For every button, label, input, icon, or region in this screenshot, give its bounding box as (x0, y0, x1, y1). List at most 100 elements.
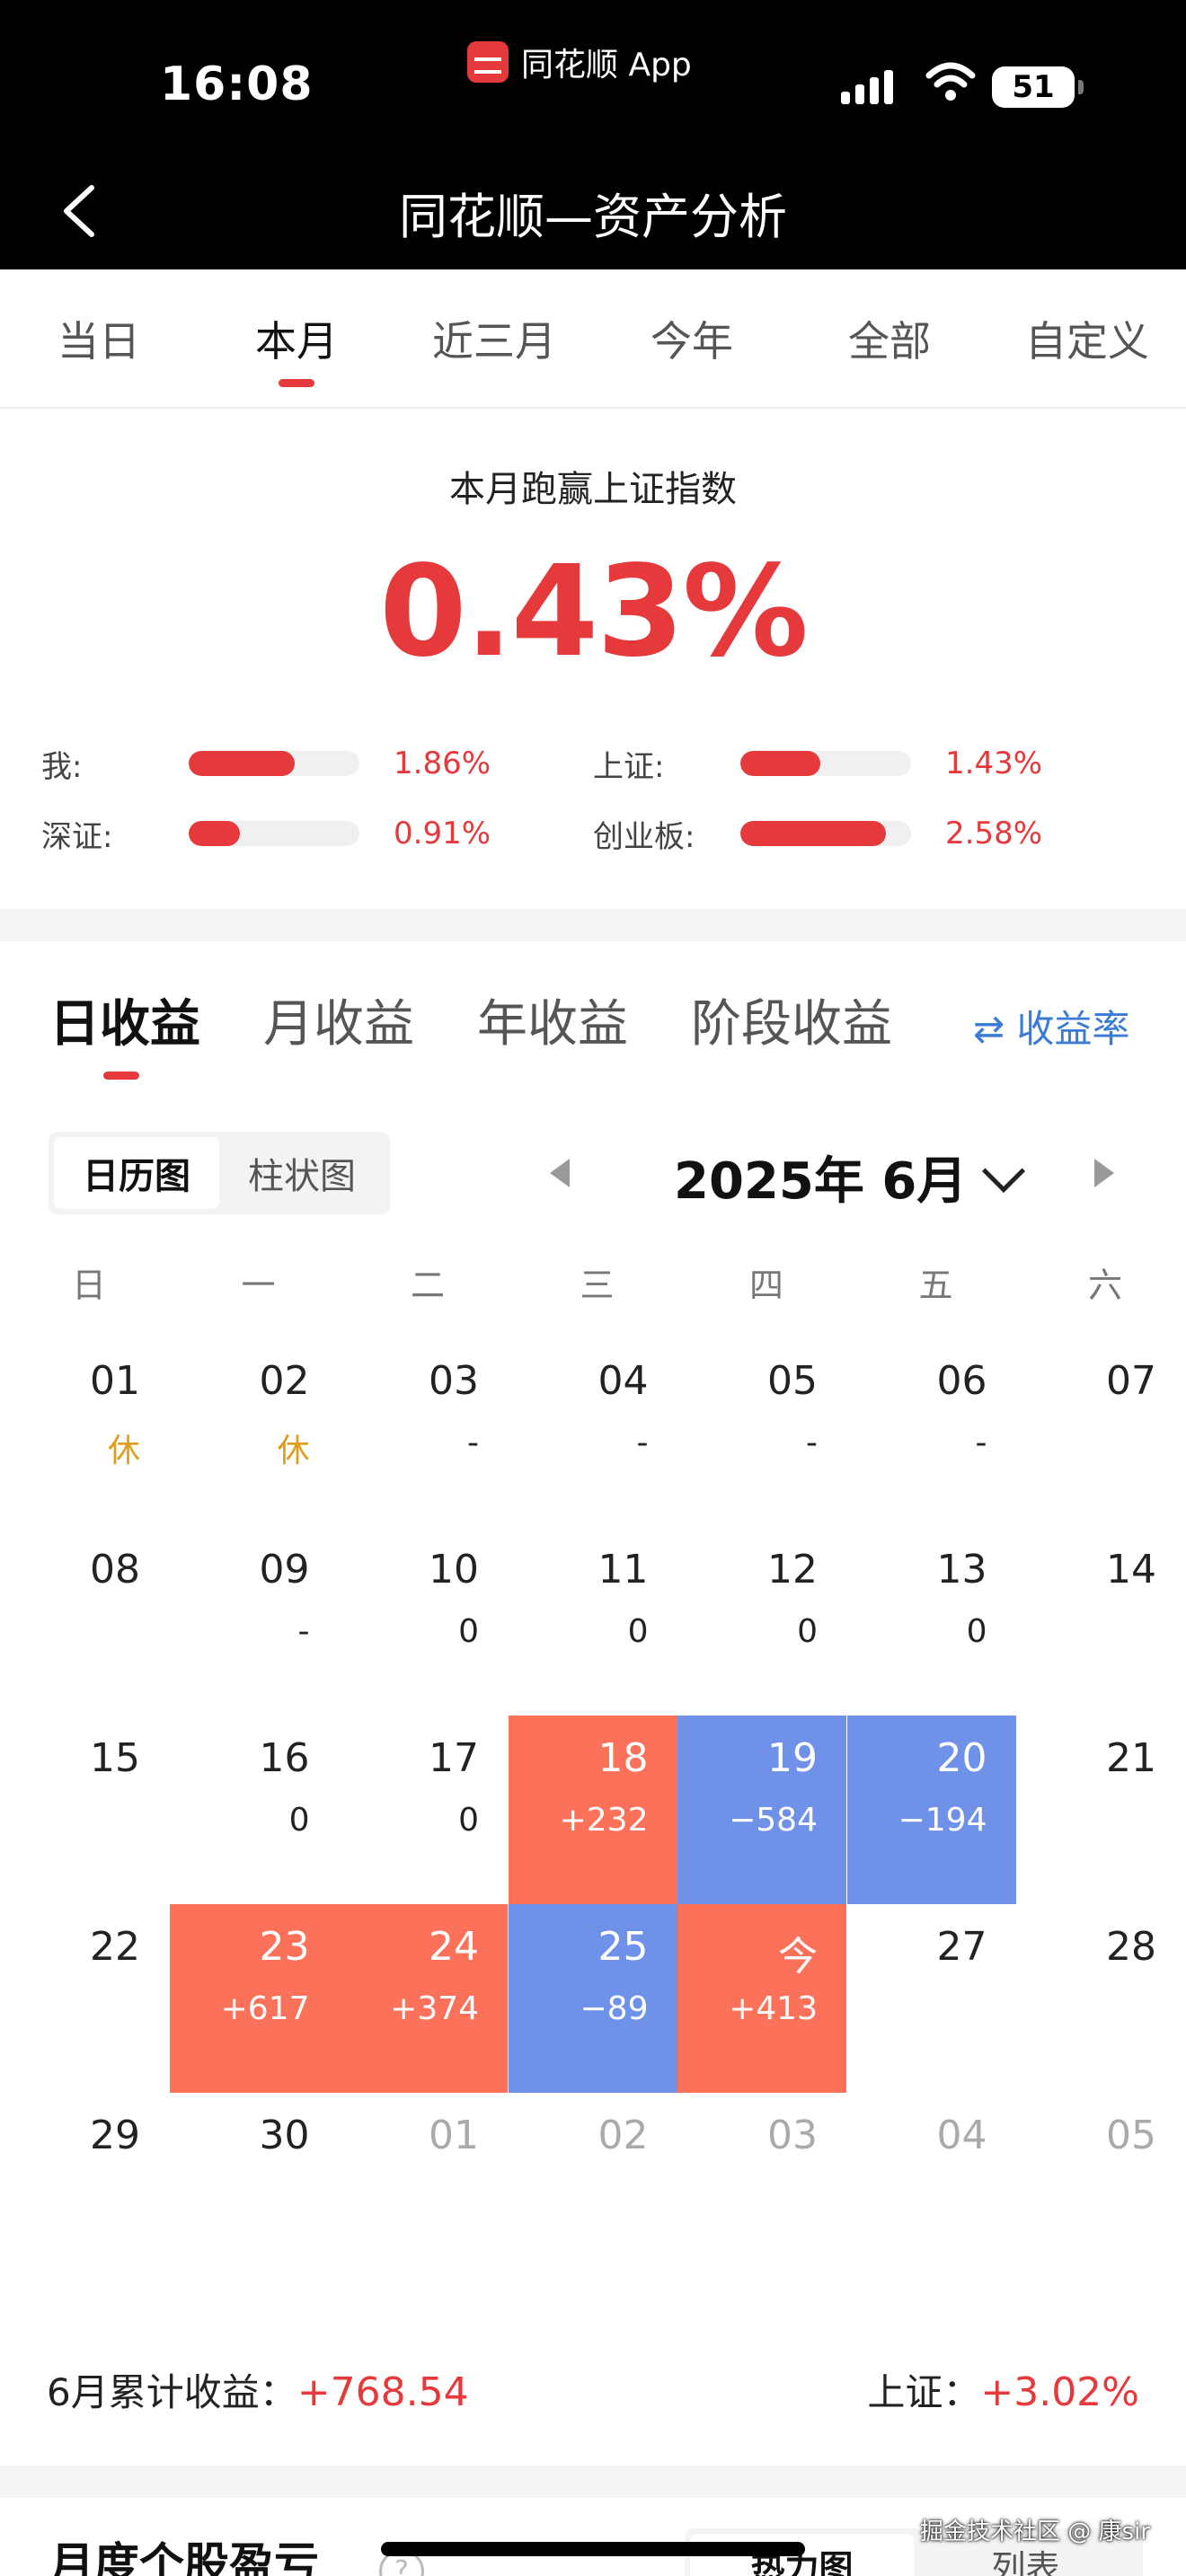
month-label: 2025年 6月 (674, 1152, 968, 1211)
tab-yearly-return[interactable]: 年收益 (477, 984, 628, 1056)
comparison-bar (189, 751, 359, 776)
calendar-day-cell[interactable]: 01 (339, 2093, 508, 2281)
calendar-day-cell[interactable]: 06 - (847, 1338, 1016, 1527)
calendar-day-number: 11 (597, 1547, 649, 1592)
calendar-day-number: 05 (1106, 2113, 1156, 2158)
calendar-day-value: - (297, 1613, 310, 1650)
comparison-bar-fill (189, 751, 295, 776)
calendar-day-number: 03 (429, 1358, 479, 1404)
calendar-day-value: 休 (107, 1433, 140, 1469)
chevron-down-icon (982, 1149, 1026, 1193)
calendar-day-cell[interactable]: 28 (1016, 1904, 1185, 2093)
calendar-day-number: 28 (1106, 1924, 1156, 1970)
calendar-day-number: 17 (429, 1735, 479, 1781)
calendar-day-number: 12 (767, 1547, 818, 1592)
comparison-label: 深证: (41, 818, 113, 855)
calendar-day-cell[interactable]: 14 (1016, 1527, 1185, 1716)
calendar-day-cell[interactable]: 12 0 (677, 1527, 846, 1716)
calendar-day-cell[interactable]: 13 0 (847, 1527, 1016, 1716)
calendar-day-value: 休 (277, 1433, 310, 1469)
calendar-day-cell[interactable]: 30 (170, 2093, 339, 2281)
calendar-day-cell[interactable]: 04 - (509, 1338, 677, 1527)
calendar-day-cell[interactable]: 19 −584 (677, 1716, 846, 1904)
calendar-day-number: 23 (259, 1924, 310, 1970)
calendar-day-cell[interactable]: 09 - (170, 1527, 339, 1716)
section-divider (0, 2466, 1186, 2498)
calendar-day-cell[interactable]: 11 0 (509, 1527, 677, 1716)
home-indicator[interactable] (381, 2542, 805, 2556)
calendar-day-cell[interactable]: 02 (509, 2093, 677, 2281)
calendar-day-number: 02 (259, 1358, 310, 1404)
calendar-day-cell[interactable]: 10 0 (339, 1527, 508, 1716)
calendar-day-cell[interactable]: 17 0 (339, 1716, 508, 1904)
status-app-indicator[interactable]: 同花顺 App (467, 40, 692, 84)
calendar-day-number: 04 (936, 2113, 987, 2158)
weekday-label: 日 (72, 1266, 107, 1305)
view-toggle: 日历图 柱状图 (49, 1132, 390, 1214)
index-return: 上证：+3.02% (867, 2362, 1139, 2417)
calendar-day-cell[interactable]: 25 −89 (508, 1904, 677, 2093)
next-month-icon[interactable] (1094, 1159, 1114, 1187)
tab-all[interactable]: 全部 (791, 269, 988, 407)
calendar-day-cell[interactable]: 21 (1016, 1716, 1185, 1904)
calendar-day-number: 24 (429, 1924, 479, 1970)
calendar-day-cell[interactable]: 03 - (339, 1338, 508, 1527)
calendar-day-cell[interactable]: 24 +374 (339, 1904, 508, 2093)
calendar-day-cell[interactable]: 05 - (677, 1338, 846, 1527)
comparison-bar-fill (740, 821, 886, 846)
calendar-day-cell[interactable]: 03 (677, 2093, 846, 2281)
prev-month-icon[interactable] (550, 1159, 570, 1187)
calendar-day-cell[interactable]: 15 (0, 1716, 169, 1904)
calendar-day-number: 16 (259, 1735, 310, 1781)
calendar-day-number: 06 (936, 1358, 987, 1404)
calendar-day-value: −89 (580, 1990, 649, 2027)
calendar-day-value: 0 (966, 1613, 987, 1650)
calendar-view-button[interactable]: 日历图 (54, 1137, 219, 1209)
calendar-day-cell[interactable]: 今 +413 (677, 1904, 846, 2093)
calendar-day-cell[interactable]: 01 休 (0, 1338, 169, 1527)
calendar-day-number: 02 (597, 2113, 649, 2158)
calendar-day-number: 07 (1106, 1358, 1156, 1404)
comparison-value: 1.43% (945, 745, 1043, 781)
bar-view-button[interactable]: 柱状图 (219, 1137, 385, 1209)
calendar-day-cell[interactable]: 29 (0, 2093, 169, 2281)
month-picker[interactable]: 2025年 6月 (674, 1141, 1026, 1213)
tab-this-year[interactable]: 今年 (593, 269, 791, 407)
calendar-day-cell[interactable]: 20 −194 (846, 1716, 1016, 1904)
calendar-day-cell[interactable]: 16 0 (170, 1716, 339, 1904)
monthly-stock-pnl-title: 月度个股盈亏 (49, 2538, 319, 2576)
calendar-day-number: 今 (778, 1934, 818, 1980)
calendar-day-number: 08 (90, 1547, 140, 1592)
calendar-day-value: −194 (898, 1802, 987, 1839)
calendar-day-cell[interactable]: 04 (847, 2093, 1016, 2281)
tab-monthly-return[interactable]: 月收益 (263, 984, 414, 1056)
calendar-day-cell[interactable]: 22 (0, 1904, 169, 2093)
calendar-day-cell[interactable]: 08 (0, 1527, 169, 1716)
calendar-day-cell[interactable]: 02 休 (170, 1338, 339, 1527)
return-rate-toggle[interactable]: ⇄ 收益率 (973, 999, 1130, 1054)
index-label: 上证： (867, 2370, 981, 2414)
calendar-day-cell[interactable]: 23 +617 (169, 1904, 339, 2093)
tab-three-months[interactable]: 近三月 (395, 269, 593, 407)
calendar-day-value: −584 (729, 1802, 818, 1839)
comparison-value: 0.91% (394, 816, 491, 851)
calendar-day-cell[interactable]: 07 (1016, 1338, 1185, 1527)
calendar-day-value: - (636, 1425, 649, 1461)
calendar-day-cell[interactable]: 05 (1016, 2093, 1185, 2281)
tab-stage-return[interactable]: 阶段收益 (691, 984, 892, 1056)
nav-bar: 同花顺—资产分析 (0, 148, 1186, 269)
status-app-name: 同花顺 App (521, 47, 692, 84)
cumulative-label: 6月累计收益： (47, 2370, 297, 2414)
calendar-day-cell[interactable]: 18 +232 (508, 1716, 677, 1904)
calendar-day-value: 0 (458, 1802, 479, 1839)
tab-today[interactable]: 当日 (0, 269, 198, 407)
period-tabs: 当日 本月 近三月 今年 全部 自定义 (0, 269, 1186, 409)
calendar-day-value: 0 (797, 1613, 818, 1650)
cumulative-value: +768.54 (296, 2369, 469, 2415)
calendar-day-number: 05 (767, 1358, 818, 1404)
calendar-day-number: 25 (597, 1924, 649, 1970)
tab-custom[interactable]: 自定义 (988, 269, 1186, 407)
tab-this-month[interactable]: 本月 (198, 269, 395, 407)
tab-daily-return[interactable]: 日收益 (49, 984, 200, 1080)
calendar-day-cell[interactable]: 27 (847, 1904, 1016, 2093)
